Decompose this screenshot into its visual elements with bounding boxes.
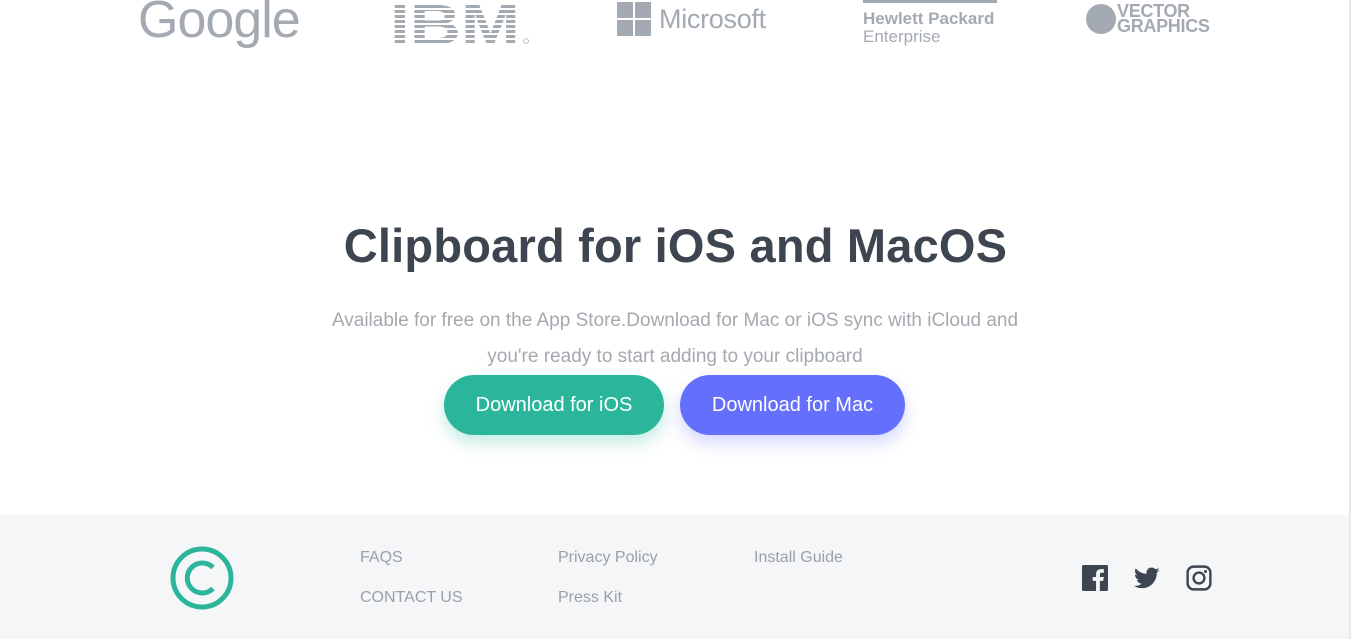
google-logo: Google <box>138 0 301 49</box>
footer-link-press-kit[interactable]: Press Kit <box>558 589 622 607</box>
clipboard-logo-icon[interactable] <box>170 546 234 610</box>
footer-link-install-guide[interactable]: Install Guide <box>754 549 843 567</box>
hpe-logo: Hewlett Packard Enterprise <box>863 0 997 46</box>
hero-description-line2: you're ready to start adding to your cli… <box>487 346 863 367</box>
footer: FAQS CONTACT US Privacy Policy Press Kit… <box>0 515 1349 639</box>
vector-logo-line2: GRAPHICS <box>1117 16 1210 36</box>
twitter-icon[interactable] <box>1133 565 1160 591</box>
microsoft-logo-text: Microsoft <box>659 3 766 34</box>
hero-description-line1: Available for free on the App Store.Down… <box>331 310 1019 331</box>
download-ios-button[interactable]: Download for iOS <box>444 375 664 435</box>
microsoft-logo: Microsoft <box>617 2 766 36</box>
vector-graphics-logo: VECTOR GRAPHICS <box>1086 2 1210 36</box>
hpe-element-bar <box>863 0 997 3</box>
hero-title: Clipboard for iOS and MacOS <box>343 219 1008 272</box>
hpe-logo-line1: Hewlett Packard <box>863 9 995 28</box>
hpe-logo-line2: Enterprise <box>863 27 941 46</box>
facebook-icon[interactable] <box>1082 565 1108 591</box>
vector-graphics-circle-icon <box>1086 4 1116 34</box>
hero-description: Available for free on the App Store.Down… <box>300 303 1050 375</box>
footer-link-privacy-policy[interactable]: Privacy Policy <box>558 549 658 567</box>
download-mac-button[interactable]: Download for Mac <box>680 375 905 435</box>
svg-text:IBM: IBM <box>390 0 520 46</box>
footer-link-contact-us[interactable]: CONTACT US <box>360 589 463 607</box>
footer-link-faqs[interactable]: FAQS <box>360 549 403 567</box>
ibm-logo: IBM <box>388 0 530 46</box>
instagram-icon[interactable] <box>1186 565 1212 591</box>
microsoft-windows-icon <box>617 2 651 36</box>
client-logos: Google IBM Microsoft Hewlett Packard Ent… <box>0 0 1351 60</box>
